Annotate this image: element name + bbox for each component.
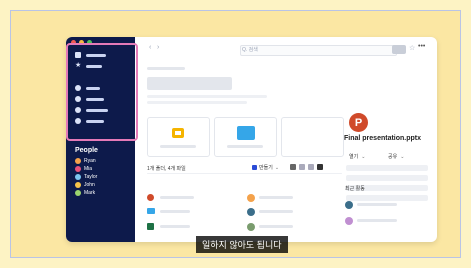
description-line [147,95,267,98]
folder-icon [75,96,81,102]
forward-icon[interactable]: › [157,44,159,51]
avatar [247,208,255,216]
divider [147,173,342,174]
page-title [147,77,232,90]
person-taylor[interactable]: Taylor [75,174,97,180]
avatar [345,201,353,209]
avatar [75,158,81,164]
file-card-empty[interactable] [281,117,344,157]
new-button[interactable]: 만들기 ⌄ [252,164,279,171]
folder-icon [147,208,155,214]
excel-icon [147,223,154,230]
grid-view-icon[interactable] [308,164,314,170]
avatar [345,217,353,225]
sidebar-item-3[interactable] [75,107,108,113]
share-button[interactable] [392,45,406,54]
powerpoint-icon: P [349,113,368,132]
sidebar-item-4[interactable] [75,118,104,124]
avatar [247,194,255,202]
chevron-down-icon: ⌄ [361,153,366,160]
app-window: ★ People Ryan Mia Taylor John Mark ‹ › Q… [66,37,437,242]
item-count: 1개 폴더, 4개 파일 [147,166,186,172]
open-button[interactable]: 열기 ⌄ [349,153,366,161]
sidebar-item-1[interactable] [75,85,100,91]
sidebar-item-dropbox[interactable] [75,52,106,58]
search-input[interactable] [240,45,397,56]
file-name: Final presentation.pptx [344,135,422,142]
avatar [75,166,81,172]
chevron-down-icon: ⌄ [400,153,405,160]
back-icon[interactable]: ‹ [149,44,151,51]
folder-icon [75,85,81,91]
person-mia[interactable]: Mia [75,166,92,172]
star-icon: ★ [75,62,82,69]
person-ryan[interactable]: Ryan [75,158,96,164]
search-placeholder: Q. 검색 [242,47,258,53]
file-card-slides[interactable] [147,117,210,157]
sidebar-item-starred[interactable]: ★ [75,62,103,69]
view-toggles [290,164,323,170]
folder-icon [75,107,81,113]
info-row [346,195,428,201]
folder-icon [75,118,81,124]
activity-title: 최근 활동 [345,186,365,192]
share-dropdown[interactable]: 공유 ⌄ [388,153,405,161]
slides-icon [172,128,184,138]
avatar [75,174,81,180]
person-mark[interactable]: Mark [75,190,95,196]
sidebar: ★ People Ryan Mia Taylor John Mark [66,37,138,242]
info-row [346,175,428,181]
star-icon[interactable]: ☆ [409,44,415,52]
new-icon [252,165,257,170]
more-icon[interactable]: ••• [418,43,425,50]
file-card-folder[interactable] [214,117,277,157]
subtitle-caption: 일하지 않아도 됩니다 [196,236,288,253]
ppt-icon [147,194,154,201]
people-title: People [75,147,98,154]
folder-icon [237,126,255,140]
folder-view-icon[interactable] [290,164,296,170]
breadcrumb [147,67,185,70]
main-content: ‹ › Q. 검색 ☆ ••• 1개 폴더, 4개 파일 만들기 ⌄ P Fin… [135,37,437,242]
avatar [75,190,81,196]
chevron-down-icon: ⌄ [274,164,280,171]
sidebar-item-2[interactable] [75,96,104,102]
avatar [75,182,81,188]
description-line [147,101,247,104]
person-john[interactable]: John [75,182,95,188]
list-view-icon[interactable] [299,164,305,170]
avatar [247,223,255,231]
dropbox-icon [75,52,81,58]
detail-view-icon[interactable] [317,164,323,170]
info-row [346,165,428,171]
